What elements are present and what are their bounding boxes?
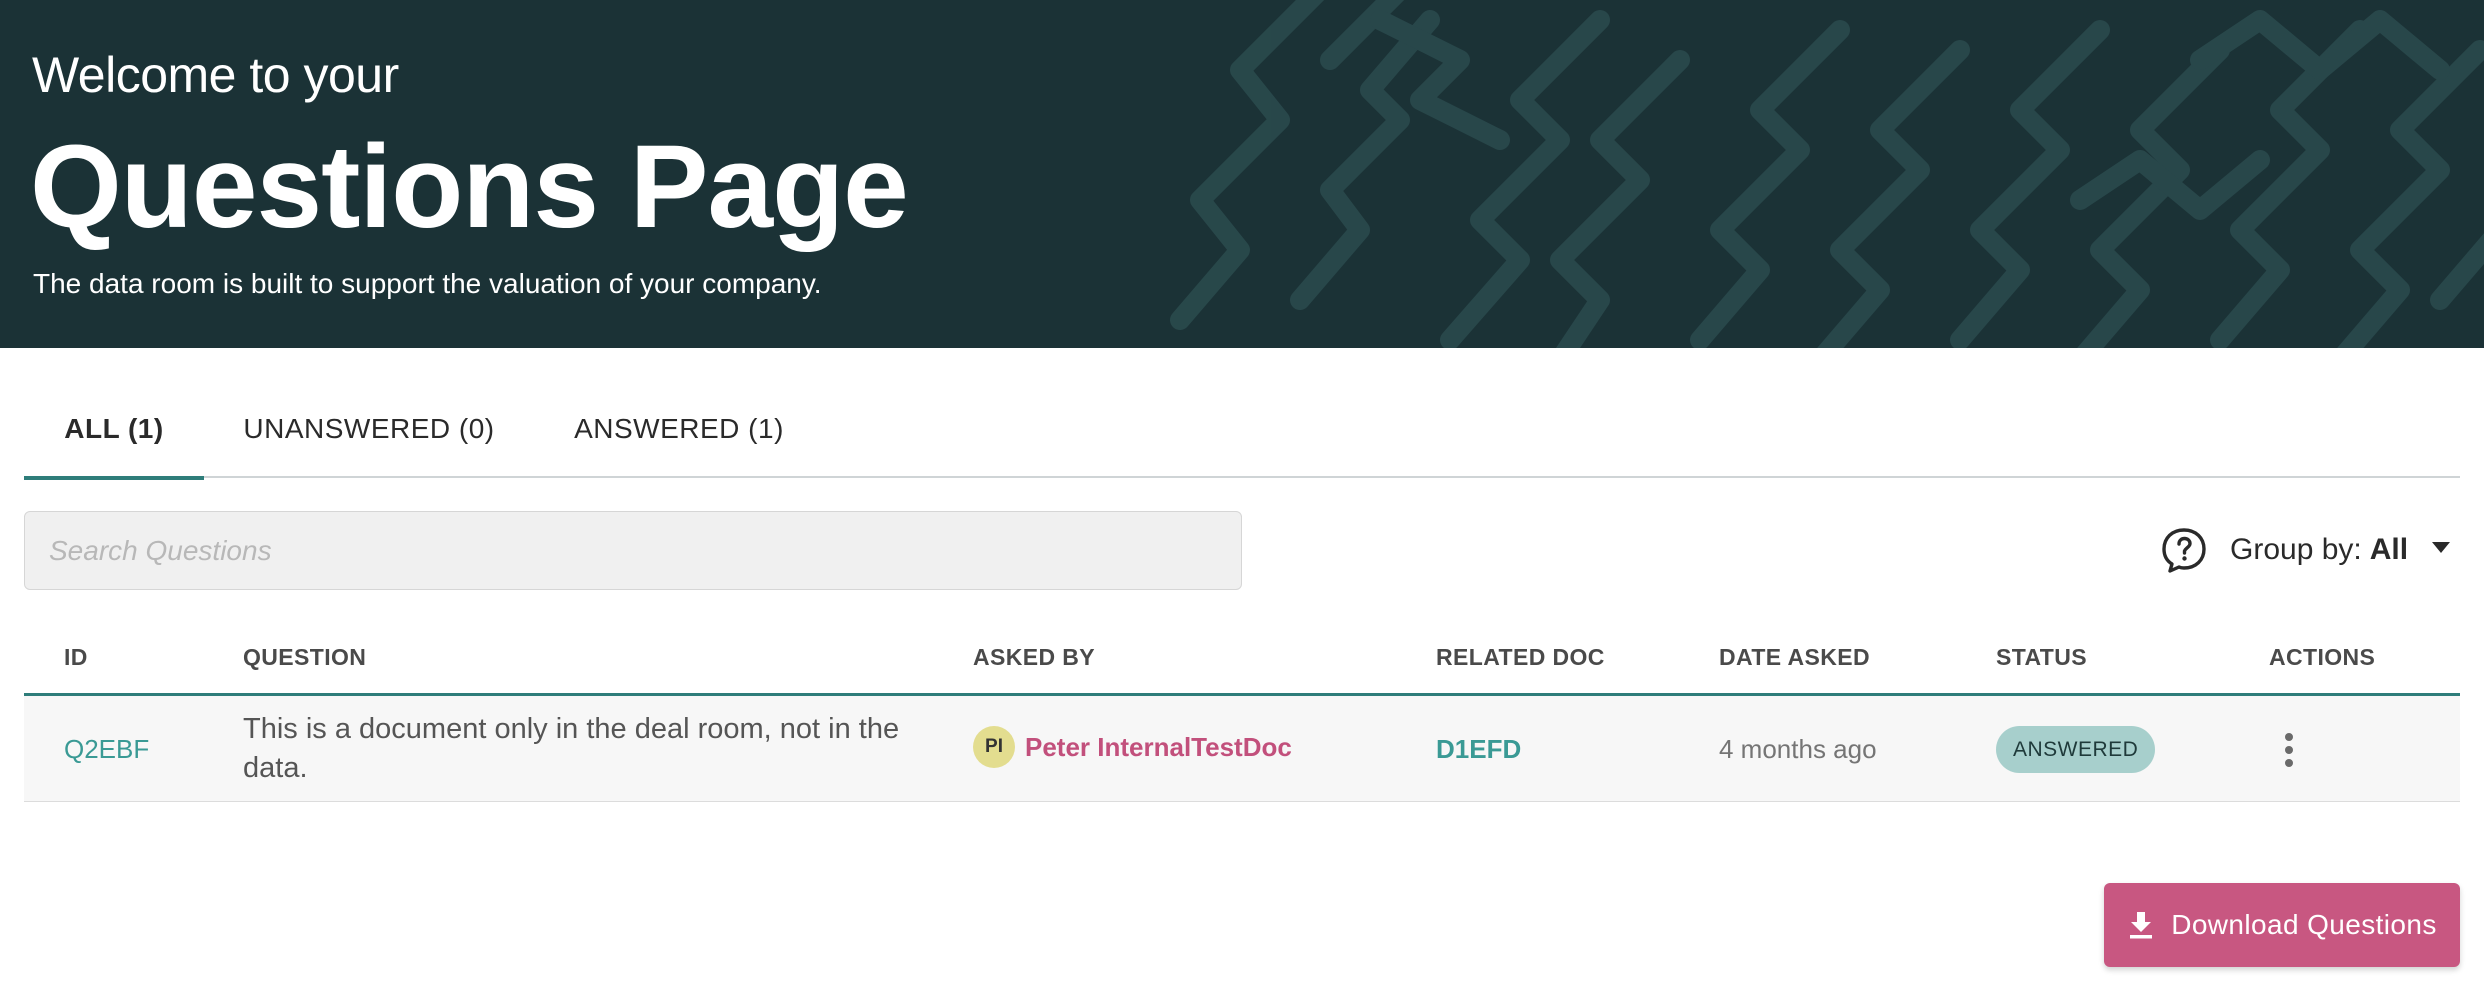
download-questions-label: Download Questions xyxy=(2171,909,2437,940)
search-input[interactable] xyxy=(24,511,1242,590)
download-questions-button[interactable]: Download Questions xyxy=(2104,883,2460,967)
kebab-dot xyxy=(2285,759,2293,767)
related-doc-link[interactable]: D1EFD xyxy=(1436,734,1521,765)
column-header-asked-by: ASKED BY xyxy=(973,644,1096,670)
hero-banner: Welcome to your Questions Page The data … xyxy=(0,0,2484,348)
group-by-select[interactable]: Group by: All xyxy=(2160,524,2460,576)
kebab-dot xyxy=(2285,746,2293,754)
tab-answered[interactable]: ANSWERED (1) xyxy=(534,380,824,478)
date-asked: 4 months ago xyxy=(1719,734,1877,764)
column-header-related-doc: RELATED DOC xyxy=(1436,644,1605,670)
question-id-link[interactable]: Q2EBF xyxy=(64,734,149,765)
table-row[interactable]: Q2EBF This is a document only in the dea… xyxy=(24,696,2460,802)
hero-welcome: Welcome to your xyxy=(32,47,399,103)
hero-subtitle: The data room is built to support the va… xyxy=(33,268,822,299)
chevron-down-icon xyxy=(2432,542,2450,553)
asked-by: PI Peter InternalTestDoc xyxy=(973,726,1292,768)
column-header-date-asked: DATE ASKED xyxy=(1719,644,1870,670)
question-tabs: ALL (1) UNANSWERED (0) ANSWERED (1) xyxy=(24,380,2460,480)
table-header: ID QUESTION ASKED BY RELATED DOC DATE AS… xyxy=(24,628,2460,696)
kebab-dot xyxy=(2285,733,2293,741)
status-badge: ANSWERED xyxy=(1996,726,2156,773)
avatar: PI xyxy=(973,726,1015,768)
tab-unanswered[interactable]: UNANSWERED (0) xyxy=(224,380,514,478)
question-text: This is a document only in the deal room… xyxy=(243,713,900,784)
asked-by-name-link[interactable]: Peter InternalTestDoc xyxy=(1025,732,1292,763)
download-icon xyxy=(2130,912,2153,939)
column-header-question: QUESTION xyxy=(243,644,367,670)
group-by-label: Group by: xyxy=(2230,533,2362,566)
page-title: Questions Page xyxy=(30,121,909,253)
question-bubble-icon xyxy=(2162,528,2206,573)
column-header-status: STATUS xyxy=(1996,644,2087,670)
column-header-id: ID xyxy=(64,644,88,670)
column-header-actions: ACTIONS xyxy=(2269,644,2376,670)
tab-all[interactable]: ALL (1) xyxy=(24,380,204,480)
more-vert-icon[interactable] xyxy=(2269,730,2309,770)
questions-table: ID QUESTION ASKED BY RELATED DOC DATE AS… xyxy=(24,628,2460,802)
group-by-value: All xyxy=(2369,533,2409,566)
